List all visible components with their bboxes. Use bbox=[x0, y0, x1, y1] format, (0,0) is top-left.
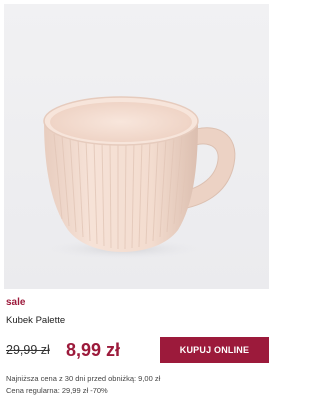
sale-price: 8,99 zł bbox=[66, 340, 121, 360]
old-price: 29,99 zł bbox=[6, 343, 50, 357]
sale-badge: sale bbox=[6, 297, 26, 308]
product-name[interactable]: Kubek Palette bbox=[6, 315, 65, 327]
product-card[interactable]: sale Kubek Palette 29,99 zł 8,99 zł KUPU… bbox=[0, 0, 273, 400]
buy-online-button[interactable]: KUPUJ ONLINE bbox=[160, 337, 269, 363]
product-image[interactable] bbox=[4, 4, 269, 289]
regular-price-info: Cena regularna: 29,99 zł -70% bbox=[6, 386, 108, 395]
mug-image bbox=[4, 4, 269, 289]
lowest-price-info: Najniższa cena z 30 dni przed obniżką: 9… bbox=[6, 374, 161, 383]
